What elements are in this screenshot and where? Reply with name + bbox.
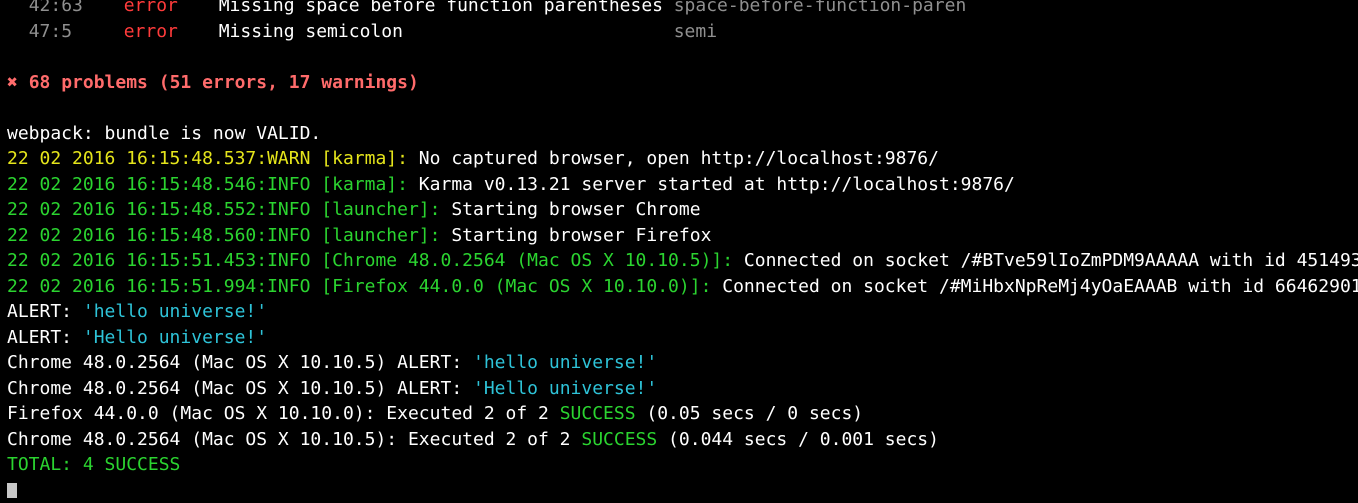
log-prefix-info: 22 02 2016 16:15:51.453:INFO [Chrome 48.… bbox=[7, 250, 734, 271]
alert-line: Chrome 48.0.2564 (Mac OS X 10.10.5) ALER… bbox=[7, 376, 1358, 402]
karma-log-line: 22 02 2016 16:15:48.537:WARN [karma]: No… bbox=[7, 146, 1358, 172]
karma-log-line: 22 02 2016 16:15:48.552:INFO [launcher]:… bbox=[7, 197, 1358, 223]
total-summary: TOTAL: 4 SUCCESS bbox=[7, 454, 181, 475]
log-text: Starting browser Firefox bbox=[440, 224, 712, 246]
lint-severity: error bbox=[123, 0, 178, 16]
lint-summary: ✖ 68 problems (51 errors, 17 warnings) bbox=[7, 70, 1358, 96]
lint-rule: space-before-function-paren bbox=[673, 0, 967, 16]
result-status: SUCCESS bbox=[581, 428, 658, 450]
log-text: Connected on socket /#MiHbxNpReMj4yOaEAA… bbox=[711, 275, 1358, 297]
alert-prefix: ALERT: bbox=[7, 301, 83, 322]
lint-location: 47:5 bbox=[28, 20, 73, 42]
karma-log-line: 22 02 2016 16:15:48.560:INFO [launcher]:… bbox=[7, 223, 1358, 249]
terminal-cursor[interactable] bbox=[7, 483, 17, 498]
alert-line: Chrome 48.0.2564 (Mac OS X 10.10.5) ALER… bbox=[7, 350, 1358, 376]
log-prefix-info: 22 02 2016 16:15:48.552:INFO [launcher]: bbox=[7, 199, 441, 220]
error-x-icon: ✖ bbox=[7, 71, 18, 93]
lint-row: 47:5 error Missing semicolon semi bbox=[7, 19, 1358, 45]
alert-message: 'Hello universe!' bbox=[473, 377, 658, 399]
prompt-line[interactable] bbox=[7, 478, 1358, 503]
log-prefix-info: 22 02 2016 16:15:48.560:INFO [launcher]: bbox=[7, 224, 441, 246]
karma-log-line: 22 02 2016 16:15:51.994:INFO [Firefox 44… bbox=[7, 274, 1358, 300]
lint-rule: semi bbox=[673, 20, 718, 42]
result-timing: (0.044 secs / 0.001 secs) bbox=[657, 428, 939, 450]
log-text: Starting browser Chrome bbox=[440, 199, 701, 220]
alert-message: 'Hello universe!' bbox=[82, 326, 268, 348]
log-text: No captured browser, open http://localho… bbox=[407, 148, 939, 169]
karma-log-line: 22 02 2016 16:15:51.453:INFO [Chrome 48.… bbox=[7, 248, 1358, 274]
alert-prefix: Chrome 48.0.2564 (Mac OS X 10.10.5) ALER… bbox=[7, 377, 473, 399]
alert-message: 'hello universe!' bbox=[473, 352, 658, 373]
log-text: Connected on socket /#BTve59lIoZmPDM9AAA… bbox=[733, 250, 1358, 271]
lint-message: Missing space before function parenthese… bbox=[218, 0, 664, 16]
log-text: Karma v0.13.21 server started at http://… bbox=[407, 173, 1015, 195]
result-status: SUCCESS bbox=[559, 403, 636, 424]
alert-message: 'hello universe!' bbox=[82, 301, 268, 322]
lint-severity: error bbox=[123, 20, 178, 42]
log-prefix-warn: 22 02 2016 16:15:48.537:WARN [karma]: bbox=[7, 148, 408, 169]
log-prefix-info: 22 02 2016 16:15:48.546:INFO [karma]: bbox=[7, 173, 408, 195]
lint-row: 42:63 error Missing space before function … bbox=[7, 0, 1358, 19]
lint-location: 42:63 bbox=[28, 0, 83, 16]
alert-line: ALERT: 'hello universe!' bbox=[7, 299, 1358, 325]
webpack-status: webpack: bundle is now VALID. bbox=[7, 122, 322, 144]
log-prefix-info: 22 02 2016 16:15:51.994:INFO [Firefox 44… bbox=[7, 275, 712, 297]
terminal-output: 42:63 error Missing space before function … bbox=[7, 0, 1358, 503]
lint-summary-text: 68 problems (51 errors, 17 warnings) bbox=[28, 71, 419, 93]
result-line: Chrome 48.0.2564 (Mac OS X 10.10.5): Exe… bbox=[7, 427, 1358, 453]
result-line: Firefox 44.0.0 (Mac OS X 10.10.0): Execu… bbox=[7, 401, 1358, 427]
karma-log-line: 22 02 2016 16:15:48.546:INFO [karma]: Ka… bbox=[7, 172, 1358, 198]
result-prefix: Firefox 44.0.0 (Mac OS X 10.10.0): Execu… bbox=[7, 403, 560, 424]
result-timing: (0.05 secs / 0 secs) bbox=[635, 403, 864, 424]
alert-line: ALERT: 'Hello universe!' bbox=[7, 325, 1358, 351]
lint-message: Missing semicolon bbox=[218, 20, 403, 42]
alert-prefix: Chrome 48.0.2564 (Mac OS X 10.10.5) ALER… bbox=[7, 352, 473, 373]
alert-prefix: ALERT: bbox=[7, 326, 83, 348]
result-prefix: Chrome 48.0.2564 (Mac OS X 10.10.5): Exe… bbox=[7, 428, 582, 450]
